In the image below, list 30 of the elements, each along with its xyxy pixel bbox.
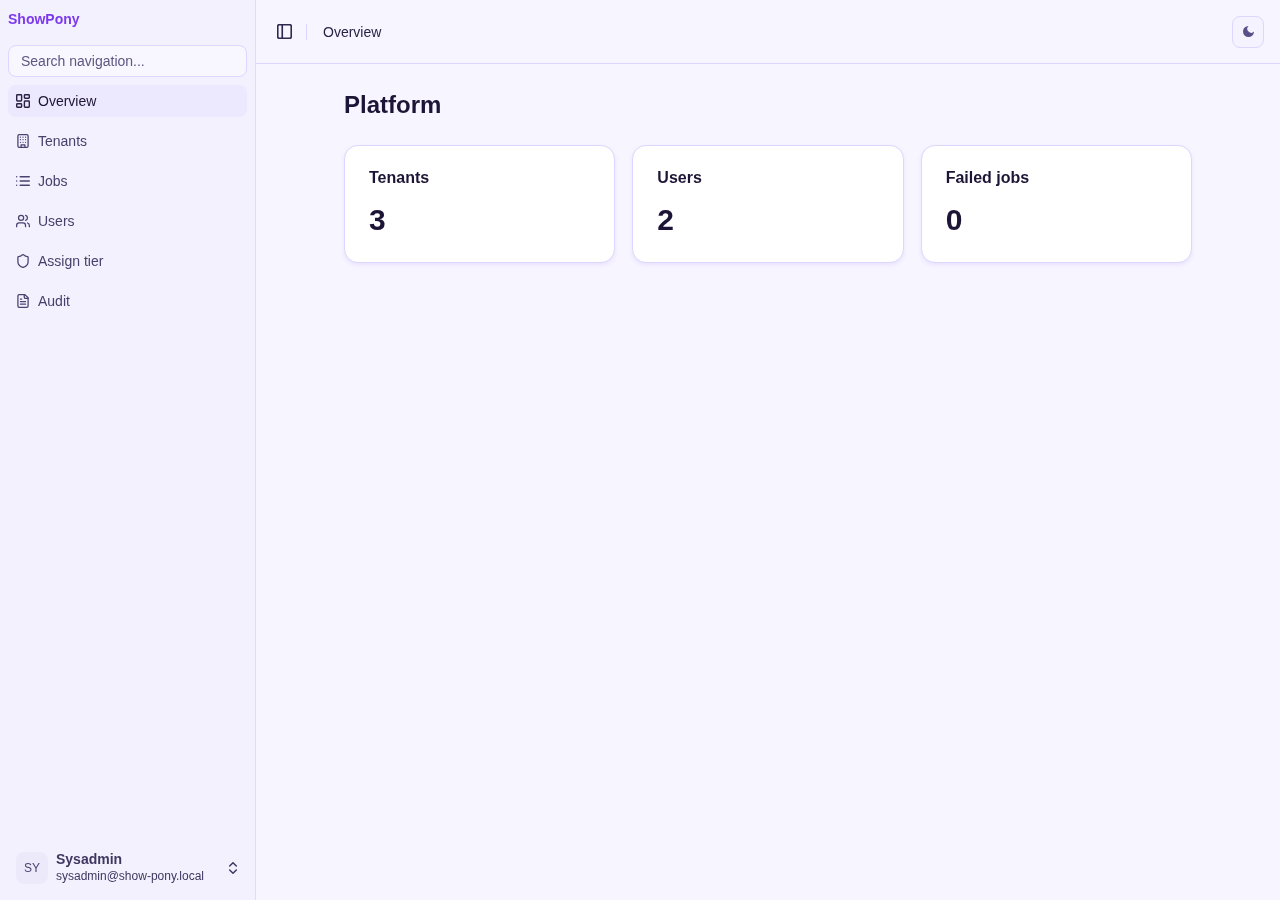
sidebar-toggle-button[interactable]: [274, 21, 294, 42]
card-value: 0: [945, 202, 963, 238]
nav-item[interactable]: Users: [8, 205, 247, 237]
brand-name: ShowPony: [8, 10, 80, 29]
grid-icon: [16, 94, 30, 108]
page-breadcrumb: Overview: [323, 23, 382, 40]
search-field[interactable]: Search navigation...: [8, 45, 247, 77]
users-icon: [16, 214, 30, 228]
card-label: Failed jobs: [945, 170, 1030, 186]
user-email: sysadmin@show-pony.local: [56, 868, 205, 884]
nav-item[interactable]: Overview: [8, 85, 247, 117]
card-value: 3: [369, 202, 386, 238]
card-label: Tenants: [369, 170, 430, 186]
section-heading: Platform: [344, 90, 442, 120]
document-icon: [16, 294, 30, 308]
nav-item[interactable]: Audit: [8, 285, 247, 317]
user-avatar: SY: [16, 851, 48, 884]
building-icon: [16, 134, 30, 148]
user-name: Sysadmin: [56, 851, 124, 868]
card-value: 2: [657, 202, 674, 238]
shield-icon: [16, 254, 30, 268]
nav-item[interactable]: Jobs: [8, 165, 247, 197]
theme-toggle-button[interactable]: [1232, 15, 1264, 48]
card-label: Users: [657, 170, 702, 186]
panel-left-icon: [276, 24, 292, 39]
nav-item[interactable]: Assign tier: [8, 245, 247, 277]
nav-item[interactable]: Tenants: [8, 125, 247, 157]
moon-icon: [1242, 26, 1254, 37]
chevrons-up-down-icon[interactable]: [229, 861, 237, 874]
list-icon: [16, 174, 30, 188]
